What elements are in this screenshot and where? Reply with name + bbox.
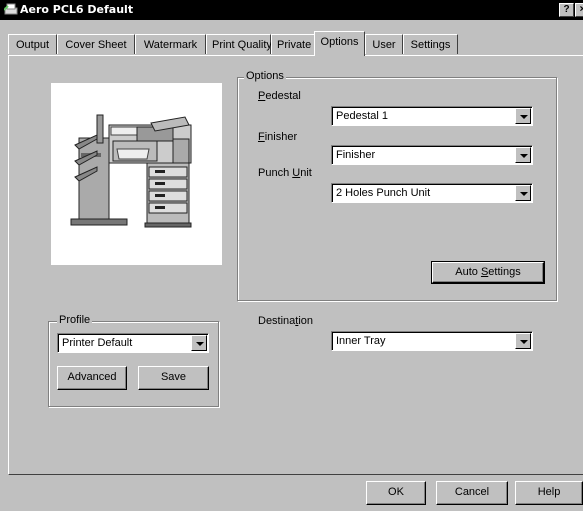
tab-settings[interactable]: Settings bbox=[403, 34, 458, 54]
ok-button[interactable]: OK bbox=[366, 481, 426, 505]
punch-unit-value: 2 Holes Punch Unit bbox=[336, 187, 431, 199]
auto-settings-button[interactable]: Auto Settings bbox=[431, 261, 545, 284]
auto-settings-label: Auto Settings bbox=[455, 266, 521, 278]
help-label: Help bbox=[537, 486, 561, 498]
profile-value: Printer Default bbox=[62, 337, 133, 349]
profile-group-title: Profile bbox=[57, 314, 93, 326]
tab-label: Cover Sheet bbox=[65, 39, 127, 51]
tab-label: Watermark bbox=[143, 39, 198, 51]
chevron-down-icon[interactable] bbox=[191, 335, 207, 351]
finisher-select[interactable]: Finisher bbox=[331, 145, 533, 165]
tab-print-quality[interactable]: Print Quality bbox=[206, 34, 272, 54]
tab-private[interactable]: Private bbox=[271, 34, 316, 54]
options-group-title: Options bbox=[244, 70, 286, 82]
printer-preview bbox=[51, 83, 222, 265]
profile-select[interactable]: Printer Default bbox=[57, 333, 209, 353]
pedestal-select[interactable]: Pedestal 1 bbox=[331, 106, 533, 126]
save-button[interactable]: Save bbox=[138, 366, 209, 390]
cancel-label: Cancel bbox=[454, 486, 490, 498]
close-title-button[interactable]: × bbox=[575, 3, 583, 17]
pedestal-label: Pedestal bbox=[258, 90, 301, 102]
help-button[interactable]: Help bbox=[515, 481, 583, 505]
tab-output[interactable]: Output bbox=[8, 34, 57, 54]
punch-unit-select[interactable]: 2 Holes Punch Unit bbox=[331, 183, 533, 203]
tab-label: User bbox=[372, 39, 396, 51]
chevron-down-icon[interactable] bbox=[515, 147, 531, 163]
tab-label: Settings bbox=[410, 39, 451, 51]
tab-watermark[interactable]: Watermark bbox=[135, 34, 206, 54]
chevron-down-icon[interactable] bbox=[515, 185, 531, 201]
printer-illustration bbox=[70, 114, 192, 228]
tab-label: Private bbox=[277, 39, 312, 51]
destination-select[interactable]: Inner Tray bbox=[331, 331, 533, 351]
destination-value: Inner Tray bbox=[336, 335, 386, 347]
punch-unit-label: Punch Unit bbox=[258, 167, 312, 179]
ok-label: OK bbox=[388, 486, 404, 498]
destination-label: Destination bbox=[258, 315, 314, 327]
printer-app-icon bbox=[4, 3, 18, 15]
chevron-down-icon[interactable] bbox=[515, 333, 531, 349]
finisher-label: Finisher bbox=[258, 131, 298, 143]
tab-options[interactable]: Options bbox=[314, 31, 365, 56]
tab-label: Output bbox=[15, 39, 50, 51]
window-title: Aero PCL6 Default bbox=[20, 3, 134, 16]
cancel-button[interactable]: Cancel bbox=[436, 481, 508, 505]
save-label: Save bbox=[160, 371, 187, 383]
tab-cover-sheet[interactable]: Cover Sheet bbox=[57, 34, 135, 54]
tab-label: Print Quality bbox=[212, 39, 272, 51]
advanced-label: Advanced bbox=[67, 371, 117, 383]
help-title-button[interactable]: ? bbox=[559, 3, 574, 17]
title-bar: Aero PCL6 Default ? × bbox=[0, 0, 583, 20]
advanced-button[interactable]: Advanced bbox=[57, 366, 127, 390]
tab-label: Options bbox=[320, 36, 359, 48]
pedestal-value: Pedestal 1 bbox=[336, 110, 388, 122]
finisher-value: Finisher bbox=[336, 149, 376, 161]
tab-user[interactable]: User bbox=[365, 34, 403, 54]
chevron-down-icon[interactable] bbox=[515, 108, 531, 124]
